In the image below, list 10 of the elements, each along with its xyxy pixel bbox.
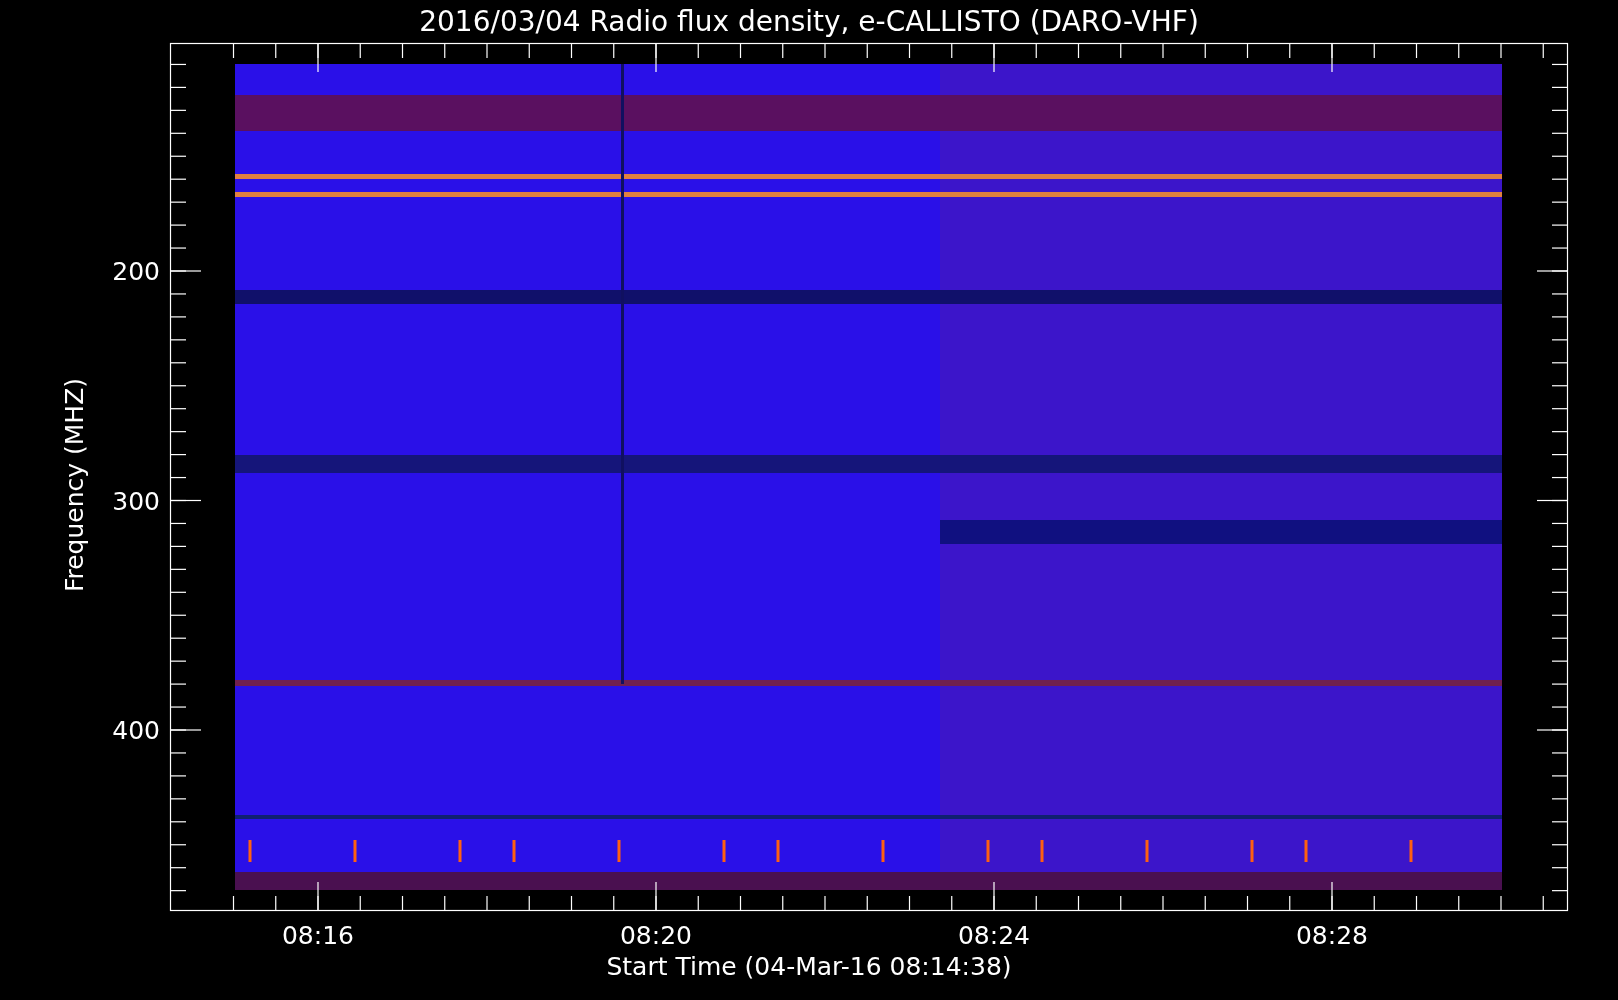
axis-label: Start Time (04-Mar-16 08:14:38) (606, 952, 1012, 981)
tick-label: 300 (112, 486, 160, 516)
tick-label: 08:24 (958, 921, 1030, 950)
tick-label: 08:16 (282, 921, 354, 950)
tick-label: 400 (112, 716, 160, 745)
tick-label: 08:28 (1296, 921, 1368, 950)
tick-label: 200 (112, 257, 160, 286)
axis-label: Frequency (MHZ) (60, 377, 89, 593)
tick-label: 08:20 (620, 921, 692, 950)
chart-title: 2016/03/04 Radio flux density, e-CALLISTO (DARO-VHF) (419, 5, 1199, 38)
